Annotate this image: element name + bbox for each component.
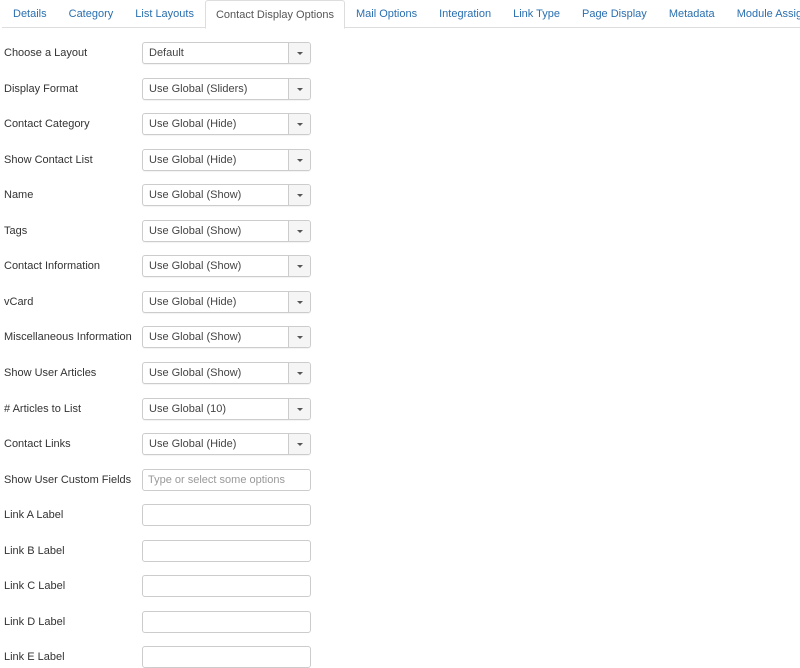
field-label: Choose a Layout [4, 47, 88, 59]
tab-contact-display-options[interactable]: Contact Display Options [204, 0, 345, 29]
chevron-down-icon[interactable] [288, 43, 310, 63]
field-label: Link E Label [4, 651, 65, 664]
select-value: Use Global (Hide) [149, 438, 237, 451]
text-input-wrapper: Type or select some options [142, 468, 311, 491]
select-dropdown[interactable]: Use Global (Show) [142, 326, 311, 349]
form-row: Contact Information Use Global (Show) [0, 255, 320, 278]
select-dropdown[interactable]: Use Global (Sliders) [142, 77, 311, 100]
select-value: Use Global (10) [149, 402, 227, 415]
field-label: Name [4, 189, 34, 202]
field-label: Contact Links [4, 438, 71, 451]
form-row: Miscellaneous Information Use Global (Sh… [0, 326, 320, 349]
chevron-down-icon[interactable] [288, 114, 310, 135]
field-label: Link D Label [4, 615, 66, 628]
tab-list-layouts[interactable]: List Layouts [124, 0, 205, 28]
field-label: # Articles to List [4, 402, 82, 415]
form-row: Contact Links Use Global (Hide) [0, 433, 320, 456]
select-value: Use Global (Hide) [149, 153, 237, 166]
form-row: Name Use Global (Show) [0, 184, 320, 207]
form-row: # Articles to List Use Global (10) [0, 397, 320, 420]
form-row: Show Contact List Use Global (Hide) [0, 148, 320, 171]
select-dropdown[interactable]: Use Global (10) [142, 397, 311, 420]
tab-bar: Details Category List Layouts Contact Displ… [2, 0, 800, 29]
field-label: Contact Information [4, 260, 100, 273]
field-label: Tags [4, 224, 28, 237]
form-row: Show User Custom Fields Type or select s… [0, 468, 320, 491]
select-dropdown[interactable]: Use Global (Show) [142, 361, 311, 384]
form-row: Link B Label [0, 539, 320, 562]
tab-link-type[interactable]: Link Type [502, 0, 571, 28]
text-input-wrapper [142, 575, 311, 598]
field-label: Link B Label [4, 544, 65, 557]
form-row: vCard Use Global (Hide) [0, 290, 320, 313]
select-value: Use Global (Hide) [149, 118, 237, 131]
form-row: Tags Use Global (Show) [0, 219, 320, 242]
text-input[interactable] [142, 468, 311, 491]
tab-metadata[interactable]: Metadata [658, 0, 726, 28]
field-label: Show User Custom Fields [4, 473, 132, 486]
chevron-down-icon[interactable] [288, 327, 310, 348]
text-input-wrapper [142, 539, 311, 562]
chevron-down-icon[interactable] [288, 256, 310, 277]
select-dropdown[interactable]: Use Global (Hide) [142, 290, 311, 313]
select-value: Use Global (Show) [149, 189, 242, 202]
form-row: Show User Articles Use Global (Show) [0, 361, 320, 384]
form-row: Link D Label [0, 610, 320, 633]
select-dropdown[interactable]: Use Global (Hide) [142, 433, 311, 456]
select-value: Use Global (Show) [149, 331, 242, 344]
chevron-down-icon[interactable] [288, 362, 310, 383]
chevron-down-icon[interactable] [288, 434, 310, 455]
field-label: Link A Label [4, 509, 64, 522]
select-dropdown[interactable]: Use Global (Show) [142, 255, 311, 278]
text-input-wrapper [142, 504, 311, 527]
select-dropdown[interactable]: Default [142, 42, 311, 64]
field-label: Show Contact List [4, 153, 93, 166]
field-label: Show User Articles [4, 366, 97, 379]
form-row: Link E Label [0, 646, 320, 668]
chevron-down-icon[interactable] [288, 149, 310, 170]
tab-mail-options[interactable]: Mail Options [345, 0, 428, 28]
text-input-wrapper [142, 610, 311, 633]
tab-page-display[interactable]: Page Display [571, 0, 658, 28]
field-label: Link C Label [4, 580, 66, 593]
text-input[interactable] [142, 539, 311, 562]
tab-details[interactable]: Details [2, 0, 58, 28]
field-label: vCard [4, 295, 34, 308]
tab-integration[interactable]: Integration [428, 0, 502, 28]
select-value: Default [149, 47, 184, 59]
select-value: Use Global (Hide) [149, 295, 237, 308]
text-input[interactable] [142, 575, 311, 598]
select-dropdown[interactable]: Use Global (Hide) [142, 113, 311, 136]
text-input[interactable] [142, 504, 311, 527]
select-value: Use Global (Sliders) [149, 82, 248, 95]
form-row: Choose a Layout Default [0, 42, 320, 64]
chevron-down-icon[interactable] [288, 220, 310, 241]
chevron-down-icon[interactable] [288, 78, 310, 99]
tab-category[interactable]: Category [58, 0, 125, 28]
chevron-down-icon[interactable] [288, 185, 310, 206]
form-row: Display Format Use Global (Sliders) [0, 77, 320, 100]
text-input[interactable] [142, 610, 311, 633]
form-row: Link A Label [0, 504, 320, 527]
form-row: Contact Category Use Global (Hide) [0, 113, 320, 136]
select-dropdown[interactable]: Use Global (Show) [142, 184, 311, 207]
select-value: Use Global (Show) [149, 366, 242, 379]
chevron-down-icon[interactable] [288, 398, 310, 419]
tab-module-assignment[interactable]: Module Assignment [726, 0, 800, 28]
select-dropdown[interactable]: Use Global (Hide) [142, 148, 311, 171]
field-label: Display Format [4, 82, 78, 95]
form-row: Link C Label [0, 575, 320, 598]
select-value: Use Global (Show) [149, 224, 242, 237]
select-dropdown[interactable]: Use Global (Show) [142, 219, 311, 242]
field-label: Miscellaneous Information [4, 331, 132, 344]
field-label: Contact Category [4, 118, 90, 131]
text-input[interactable] [142, 646, 311, 668]
select-value: Use Global (Show) [149, 260, 242, 273]
text-input-wrapper [142, 646, 311, 668]
chevron-down-icon[interactable] [288, 291, 310, 312]
